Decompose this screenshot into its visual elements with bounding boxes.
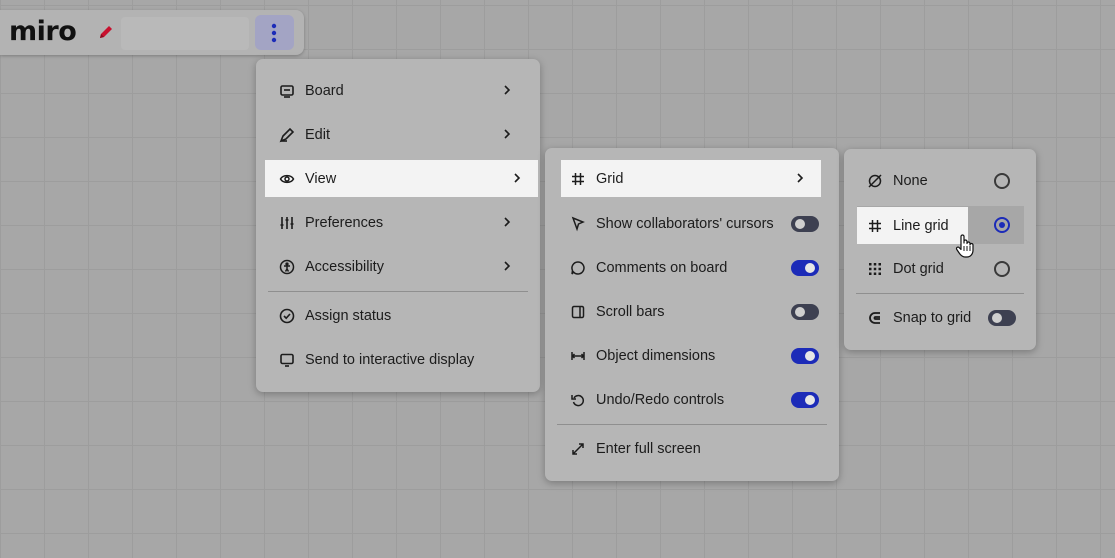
comment-icon bbox=[569, 259, 587, 277]
chevron-right-icon bbox=[504, 129, 511, 139]
undo-icon bbox=[569, 391, 587, 409]
fullscreen-icon bbox=[569, 440, 587, 458]
hand-pointer-icon bbox=[955, 234, 974, 258]
grid-option-line[interactable]: Line grid bbox=[857, 207, 968, 244]
cursor-icon bbox=[569, 215, 587, 233]
display-icon bbox=[278, 351, 296, 369]
chevron-right-icon bbox=[514, 173, 521, 183]
line-grid-icon bbox=[866, 217, 884, 235]
grid-icon bbox=[569, 170, 587, 188]
comments-toggle[interactable] bbox=[791, 260, 819, 276]
menu-divider bbox=[557, 424, 827, 425]
board-toolbar: miro bbox=[0, 10, 304, 55]
grid-submenu: None Line grid Dot grid Snap to grid bbox=[844, 149, 1036, 350]
menu-item-view[interactable]: View bbox=[265, 160, 538, 197]
grid-option-none[interactable]: None bbox=[866, 162, 986, 199]
accessibility-icon bbox=[278, 258, 296, 276]
main-menu: Board Edit View Preferences Accessibilit… bbox=[256, 59, 540, 392]
grid-none-radio[interactable] bbox=[994, 173, 1010, 189]
menu-item-undo-redo[interactable]: Undo/Redo controls bbox=[569, 381, 829, 418]
menu-item-assign-status[interactable]: Assign status bbox=[278, 297, 528, 334]
menu-item-scroll-bars[interactable]: Scroll bars bbox=[569, 293, 829, 330]
menu-item-comments[interactable]: Comments on board bbox=[569, 249, 829, 286]
menu-item-object-dimensions[interactable]: Object dimensions bbox=[569, 337, 829, 374]
menu-item-board[interactable]: Board bbox=[278, 72, 528, 109]
chevron-right-icon bbox=[504, 217, 511, 227]
chevron-right-icon bbox=[797, 173, 804, 183]
undo-redo-toggle[interactable] bbox=[791, 392, 819, 408]
menu-divider bbox=[856, 293, 1024, 294]
chevron-right-icon bbox=[504, 85, 511, 95]
no-grid-icon bbox=[866, 172, 884, 190]
dot-grid-icon bbox=[866, 260, 884, 278]
menu-item-grid[interactable]: Grid bbox=[561, 160, 821, 197]
chevron-right-icon bbox=[504, 261, 511, 271]
dimensions-icon bbox=[569, 347, 587, 365]
pencil-icon[interactable] bbox=[96, 22, 116, 42]
grid-line-radio[interactable] bbox=[994, 217, 1010, 233]
menu-divider bbox=[268, 291, 528, 292]
show-cursors-toggle[interactable] bbox=[791, 216, 819, 232]
grid-dot-radio[interactable] bbox=[994, 261, 1010, 277]
scroll-bars-toggle[interactable] bbox=[791, 304, 819, 320]
magnet-icon bbox=[866, 309, 884, 327]
menu-item-full-screen[interactable]: Enter full screen bbox=[569, 430, 829, 467]
eye-icon bbox=[278, 170, 296, 188]
menu-item-show-cursors[interactable]: Show collaborators' cursors bbox=[569, 205, 829, 242]
menu-item-send-to-display[interactable]: Send to interactive display bbox=[278, 341, 528, 378]
board-icon bbox=[278, 82, 296, 100]
view-submenu: Grid Show collaborators' cursors Comment… bbox=[545, 148, 839, 481]
sliders-icon bbox=[278, 214, 296, 232]
menu-item-edit[interactable]: Edit bbox=[278, 116, 528, 153]
edit-pen-icon bbox=[278, 126, 296, 144]
main-menu-button[interactable] bbox=[255, 15, 294, 50]
more-vertical-icon bbox=[271, 23, 277, 43]
miro-logo[interactable]: miro bbox=[9, 16, 77, 47]
menu-item-accessibility[interactable]: Accessibility bbox=[278, 248, 528, 285]
check-circle-icon bbox=[278, 307, 296, 325]
grid-option-snap[interactable]: Snap to grid bbox=[866, 299, 986, 336]
menu-item-preferences[interactable]: Preferences bbox=[278, 204, 528, 241]
snap-to-grid-toggle[interactable] bbox=[988, 310, 1016, 326]
object-dimensions-toggle[interactable] bbox=[791, 348, 819, 364]
scrollbar-icon bbox=[569, 303, 587, 321]
board-name-field[interactable] bbox=[121, 17, 249, 50]
